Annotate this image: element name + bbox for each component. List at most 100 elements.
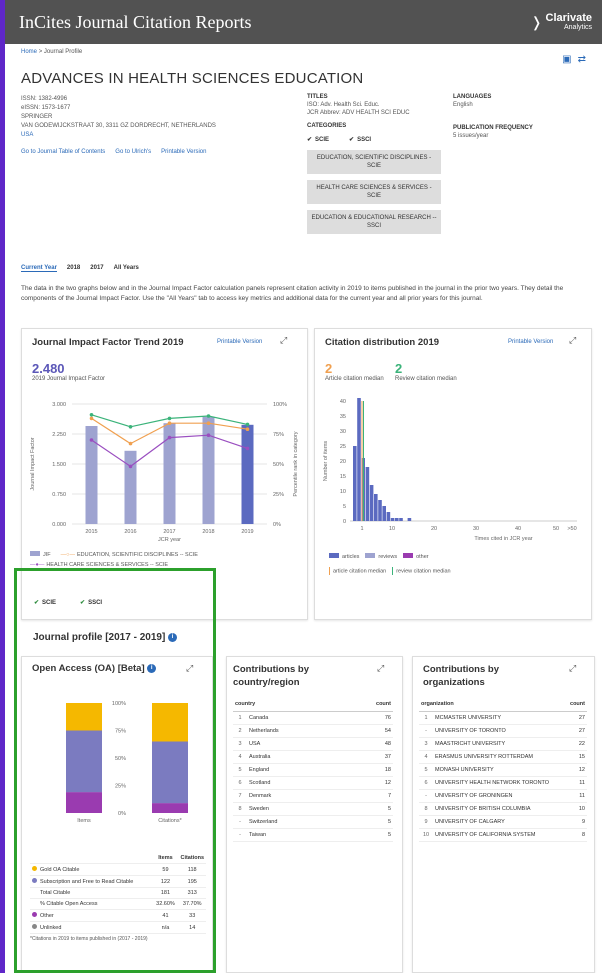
oa-stack-segment (152, 703, 188, 742)
table-row[interactable]: 7 Denmark 7 (233, 789, 393, 803)
table-row[interactable]: 6 Scotland 12 (233, 776, 393, 790)
table-cell: Netherlands (247, 724, 341, 738)
top-bar: InCites Journal Citation Reports ❭ Clari… (5, 0, 602, 44)
legend-review-median[interactable]: review citation median (392, 567, 451, 575)
category-box[interactable]: EDUCATION, SCIENTIFIC DISCIPLINES - SCIE (307, 150, 441, 174)
table-cell: UNIVERSITY OF CALGARY (433, 815, 566, 829)
toolbar: ▣ ⇄ (562, 54, 586, 65)
y2-tick-label: 25% (273, 492, 284, 498)
ulrichs-link[interactable]: Go to Ulrich's (115, 149, 151, 155)
clarivate-logo[interactable]: ❭ Clarivate Analytics (531, 13, 592, 32)
table-cell: 6 (233, 776, 247, 790)
legend-edu[interactable]: —○— EDUCATION, SCIENTIFIC DISCIPLINES -- … (61, 552, 198, 558)
oa-row: Gold OA Citable 59 118 (30, 863, 206, 876)
frequency-label: PUBLICATION FREQUENCY (453, 125, 533, 131)
table-row[interactable]: 4 ERASMUS UNIVERSITY ROTTERDAM 15 (419, 750, 587, 764)
expand-icon[interactable]: ⤢ (377, 663, 384, 674)
table-row[interactable]: 8 Sweden 5 (233, 802, 393, 816)
table-row[interactable]: 3 MAASTRICHT UNIVERSITY 22 (419, 737, 587, 751)
oa-row: % Citable Open Access 32.60% 37.70% (30, 898, 206, 910)
table-row[interactable]: 1 MCMASTER UNIVERSITY 27 (419, 711, 587, 725)
table-row[interactable]: 5 MONASH UNIVERSITY 12 (419, 763, 587, 777)
breadcrumb-current: Journal Profile (43, 49, 83, 55)
tab-2018[interactable]: 2018 (67, 265, 80, 272)
table-cell: 4 (419, 750, 433, 764)
check-icon: ✔ (307, 137, 313, 143)
category-box[interactable]: HEALTH CARE SCIENCES & SERVICES - SCIE (307, 180, 441, 204)
compare-icon[interactable]: ⇄ (578, 54, 586, 65)
table-row[interactable]: 5 England 18 (233, 763, 393, 777)
expand-icon[interactable]: ⤢ (569, 663, 576, 674)
table-row[interactable]: 2 Netherlands 54 (233, 724, 393, 738)
brand-title[interactable]: InCites Journal Citation Reports (19, 12, 251, 33)
legend-reviews[interactable]: reviews (365, 553, 397, 560)
x-tick-label: 50 (553, 526, 559, 532)
x-tick-label: 1 (360, 526, 363, 532)
citation-bar (378, 500, 382, 521)
y-tick-label: 25% (115, 784, 126, 790)
category-box[interactable]: EDUCATION & EDUCATIONAL RESEARCH -- SSCI (307, 210, 441, 234)
table-cell: 11 (565, 789, 587, 803)
table-row[interactable]: - Switzerland 5 (233, 815, 393, 829)
cit-printable-link[interactable]: Printable Version (508, 339, 553, 345)
y-tick-label: 35 (340, 414, 346, 420)
x-tick-label: 2017 (163, 529, 175, 535)
languages-section: LANGUAGES English PUBLICATION FREQUENCY … (453, 93, 533, 140)
table-cell: 10 (565, 802, 587, 816)
y-tick-label: 10 (340, 489, 346, 495)
table-cell: 10 (419, 828, 433, 842)
legend-jif[interactable]: JIF (30, 551, 51, 558)
table-row[interactable]: 3 USA 48 (233, 737, 393, 751)
tab-all-years[interactable]: All Years (114, 265, 139, 272)
org-col-header: organization (419, 697, 566, 712)
table-row[interactable]: - UNIVERSITY OF GRONINGEN 11 (419, 789, 587, 803)
citation-bar (407, 518, 412, 521)
toc-link[interactable]: Go to Journal Table of Contents (21, 149, 105, 155)
table-cell: 7 (233, 789, 247, 803)
expand-icon[interactable]: ⤢ (569, 335, 576, 346)
expand-icon[interactable]: ⤢ (280, 335, 287, 346)
oa-row: Total Citable 181 313 (30, 887, 206, 899)
x-tick-label: 40 (515, 526, 521, 532)
jif-value-label: 2019 Journal Impact Factor (32, 376, 106, 382)
table-cell: USA (247, 737, 341, 751)
table-cell: 27 (565, 724, 587, 738)
legend-articles[interactable]: articles (329, 553, 359, 560)
table-cell: MCMASTER UNIVERSITY (433, 711, 566, 725)
legend-ssci[interactable]: ✔ SSCI (80, 599, 102, 606)
legend-hc[interactable]: —●— HEALTH CARE SCIENCES & SERVICES -- SC… (30, 562, 168, 568)
address: VAN GODEWIJCKSTRAAT 30, 3311 GZ DORDRECH… (21, 123, 216, 129)
legend-article-median[interactable]: article citation median (329, 567, 386, 575)
folder-add-icon[interactable]: ▣ (562, 54, 571, 65)
table-row[interactable]: 9 UNIVERSITY OF CALGARY 9 (419, 815, 587, 829)
table-cell: 9 (565, 815, 587, 829)
table-row[interactable]: 10 UNIVERSITY OF CALIFORNIA SYSTEM 8 (419, 828, 587, 842)
legend-other[interactable]: other (403, 553, 429, 560)
y-tick-label: 15 (340, 474, 346, 480)
oa-value: 33 (178, 909, 206, 922)
expand-icon[interactable]: ⤢ (186, 663, 193, 674)
legend-scie[interactable]: ✔ SCIE (34, 599, 56, 606)
table-row[interactable]: 8 UNIVERSITY OF BRITISH COLUMBIA 10 (419, 802, 587, 816)
table-row[interactable]: - Taiwan 5 (233, 828, 393, 842)
table-row[interactable]: 6 UNIVERSITY HEALTH NETWORK TORONTO 11 (419, 776, 587, 790)
table-row[interactable]: - UNIVERSITY OF TORONTO 27 (419, 724, 587, 738)
breadcrumb-home[interactable]: Home (21, 49, 37, 55)
y-tick-label: 100% (112, 701, 126, 707)
table-row[interactable]: 4 Australia 37 (233, 750, 393, 764)
iso-title: ISO: Adv. Health Sci. Educ. (307, 102, 380, 108)
info-icon[interactable]: i (168, 632, 178, 642)
titles-section: TITLES ISO: Adv. Health Sci. Educ. JCR A… (307, 93, 441, 234)
legend-dot (32, 866, 37, 871)
x-axis-label: Times cited in JCR year (474, 536, 532, 542)
printable-link[interactable]: Printable Version (161, 149, 206, 155)
table-row[interactable]: 1 Canada 76 (233, 711, 393, 725)
table-cell: 3 (233, 737, 247, 751)
description: The data in the two graphs below and in … (21, 285, 564, 302)
info-icon[interactable]: i (147, 663, 157, 673)
jif-printable-link[interactable]: Printable Version (217, 339, 262, 345)
titles-label: TITLES (307, 94, 328, 100)
oa-row: Unlinked n/a 14 (30, 921, 206, 934)
tab-2017[interactable]: 2017 (90, 265, 103, 272)
tab-current-year[interactable]: Current Year (21, 265, 57, 272)
